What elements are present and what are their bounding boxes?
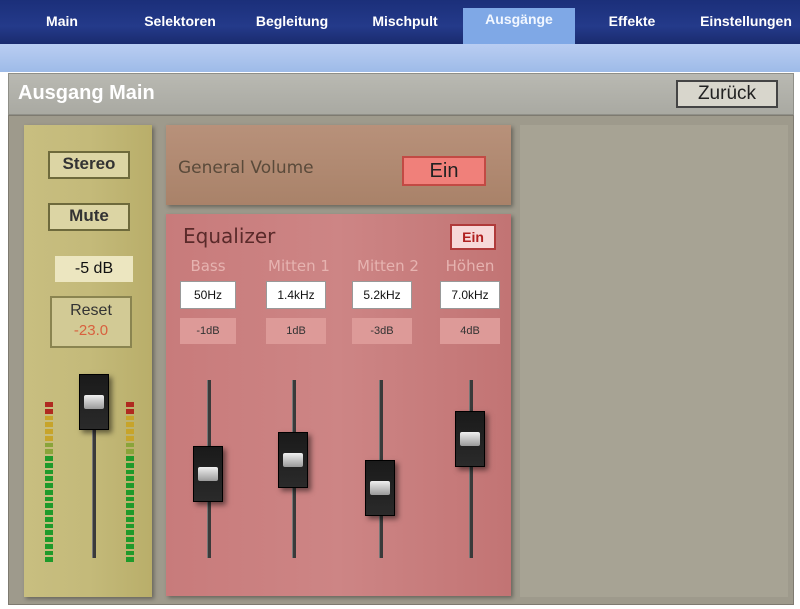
meter-segment xyxy=(45,496,53,502)
tab-ausgaenge[interactable]: Ausgänge xyxy=(463,8,575,44)
general-volume-label: General Volume xyxy=(178,158,314,178)
meter-segment xyxy=(126,415,134,421)
meter-segment xyxy=(126,462,134,468)
reset-value: -23.0 xyxy=(73,322,109,339)
band-gain-mitten-1: 1dB xyxy=(266,318,326,344)
meter-segment xyxy=(126,537,134,542)
meter-segment xyxy=(45,408,53,414)
general-volume-toggle[interactable]: Ein xyxy=(402,156,486,186)
meter-segment xyxy=(45,442,53,448)
meter-segment xyxy=(126,435,134,441)
tab-mischpult[interactable]: Mischpult xyxy=(364,10,446,34)
band-fader-track-hoehen xyxy=(469,380,473,558)
band-fader-knob-bass-icon[interactable] xyxy=(193,446,223,502)
reset-button[interactable]: Reset -23.0 xyxy=(50,296,132,348)
meter-segment xyxy=(45,435,53,441)
meter-segment xyxy=(126,489,134,495)
empty-panel-area xyxy=(520,125,788,597)
meter-segment xyxy=(126,496,134,502)
meter-segment xyxy=(45,449,53,454)
band-frequency-mitten-2[interactable]: 5.2kHz xyxy=(352,281,412,309)
meter-segment xyxy=(45,510,53,515)
meter-segment xyxy=(126,449,134,454)
page-title: Ausgang Main xyxy=(18,82,155,104)
meter-segment xyxy=(45,469,53,475)
band-gain-bass: -1dB xyxy=(180,318,236,344)
meter-segment xyxy=(126,476,134,481)
meter-segment xyxy=(126,483,134,488)
meter-segment xyxy=(126,442,134,448)
meter-segment xyxy=(126,402,134,407)
meter-segment xyxy=(45,456,53,461)
tab-underline-band xyxy=(0,44,800,72)
band-frequency-mitten-1[interactable]: 1.4kHz xyxy=(266,281,326,309)
level-meter-right-icon xyxy=(126,402,134,562)
meter-segment xyxy=(126,543,134,549)
meter-segment xyxy=(45,483,53,488)
meter-segment xyxy=(126,408,134,414)
meter-segment xyxy=(45,503,53,508)
meter-segment xyxy=(126,429,134,434)
band-label-hoehen: Höhen xyxy=(445,257,495,275)
meter-segment xyxy=(45,489,53,495)
meter-segment xyxy=(45,557,53,562)
meter-segment xyxy=(126,550,134,556)
band-label-bass: Bass xyxy=(190,257,226,275)
meter-segment xyxy=(45,415,53,421)
meter-segment xyxy=(45,550,53,556)
meter-segment xyxy=(45,516,53,522)
meter-segment xyxy=(45,422,53,427)
meter-segment xyxy=(126,557,134,562)
band-fader-knob-mitten-1-icon[interactable] xyxy=(278,432,308,488)
band-fader-knob-hoehen-icon[interactable] xyxy=(455,411,485,467)
meter-segment xyxy=(45,429,53,434)
meter-segment xyxy=(126,456,134,461)
level-readout: -5 dB xyxy=(55,256,133,282)
meter-segment xyxy=(45,537,53,542)
tab-einstellungen[interactable]: Einstellungen xyxy=(692,10,800,34)
back-button[interactable]: Zurück xyxy=(676,80,778,108)
tab-main[interactable]: Main xyxy=(40,10,84,34)
band-label-mitten-1: Mitten 1 xyxy=(268,257,330,275)
level-meter-left-icon xyxy=(45,402,53,562)
meter-segment xyxy=(45,543,53,549)
meter-segment xyxy=(126,530,134,535)
meter-segment xyxy=(126,523,134,529)
band-frequency-bass[interactable]: 50Hz xyxy=(180,281,236,309)
band-frequency-hoehen[interactable]: 7.0kHz xyxy=(440,281,500,309)
meter-segment xyxy=(126,422,134,427)
band-gain-mitten-2: -3dB xyxy=(352,318,412,344)
meter-segment xyxy=(45,462,53,468)
meter-segment xyxy=(45,530,53,535)
mute-button[interactable]: Mute xyxy=(48,203,130,231)
equalizer-title: Equalizer xyxy=(183,224,276,248)
reset-label: Reset xyxy=(70,302,112,319)
meter-segment xyxy=(126,516,134,522)
meter-segment xyxy=(126,469,134,475)
stereo-button[interactable]: Stereo xyxy=(48,151,130,179)
meter-segment xyxy=(126,510,134,515)
main-fader-knob-icon[interactable] xyxy=(79,374,109,430)
tab-selektoren[interactable]: Selektoren xyxy=(134,10,226,34)
meter-segment xyxy=(45,476,53,481)
band-fader-knob-mitten-2-icon[interactable] xyxy=(365,460,395,516)
tab-begleitung[interactable]: Begleitung xyxy=(246,10,338,34)
equalizer-toggle[interactable]: Ein xyxy=(450,224,496,250)
tab-effekte[interactable]: Effekte xyxy=(598,10,666,34)
meter-segment xyxy=(45,523,53,529)
meter-segment xyxy=(45,402,53,407)
band-gain-hoehen: 4dB xyxy=(440,318,500,344)
meter-segment xyxy=(126,503,134,508)
band-label-mitten-2: Mitten 2 xyxy=(357,257,419,275)
